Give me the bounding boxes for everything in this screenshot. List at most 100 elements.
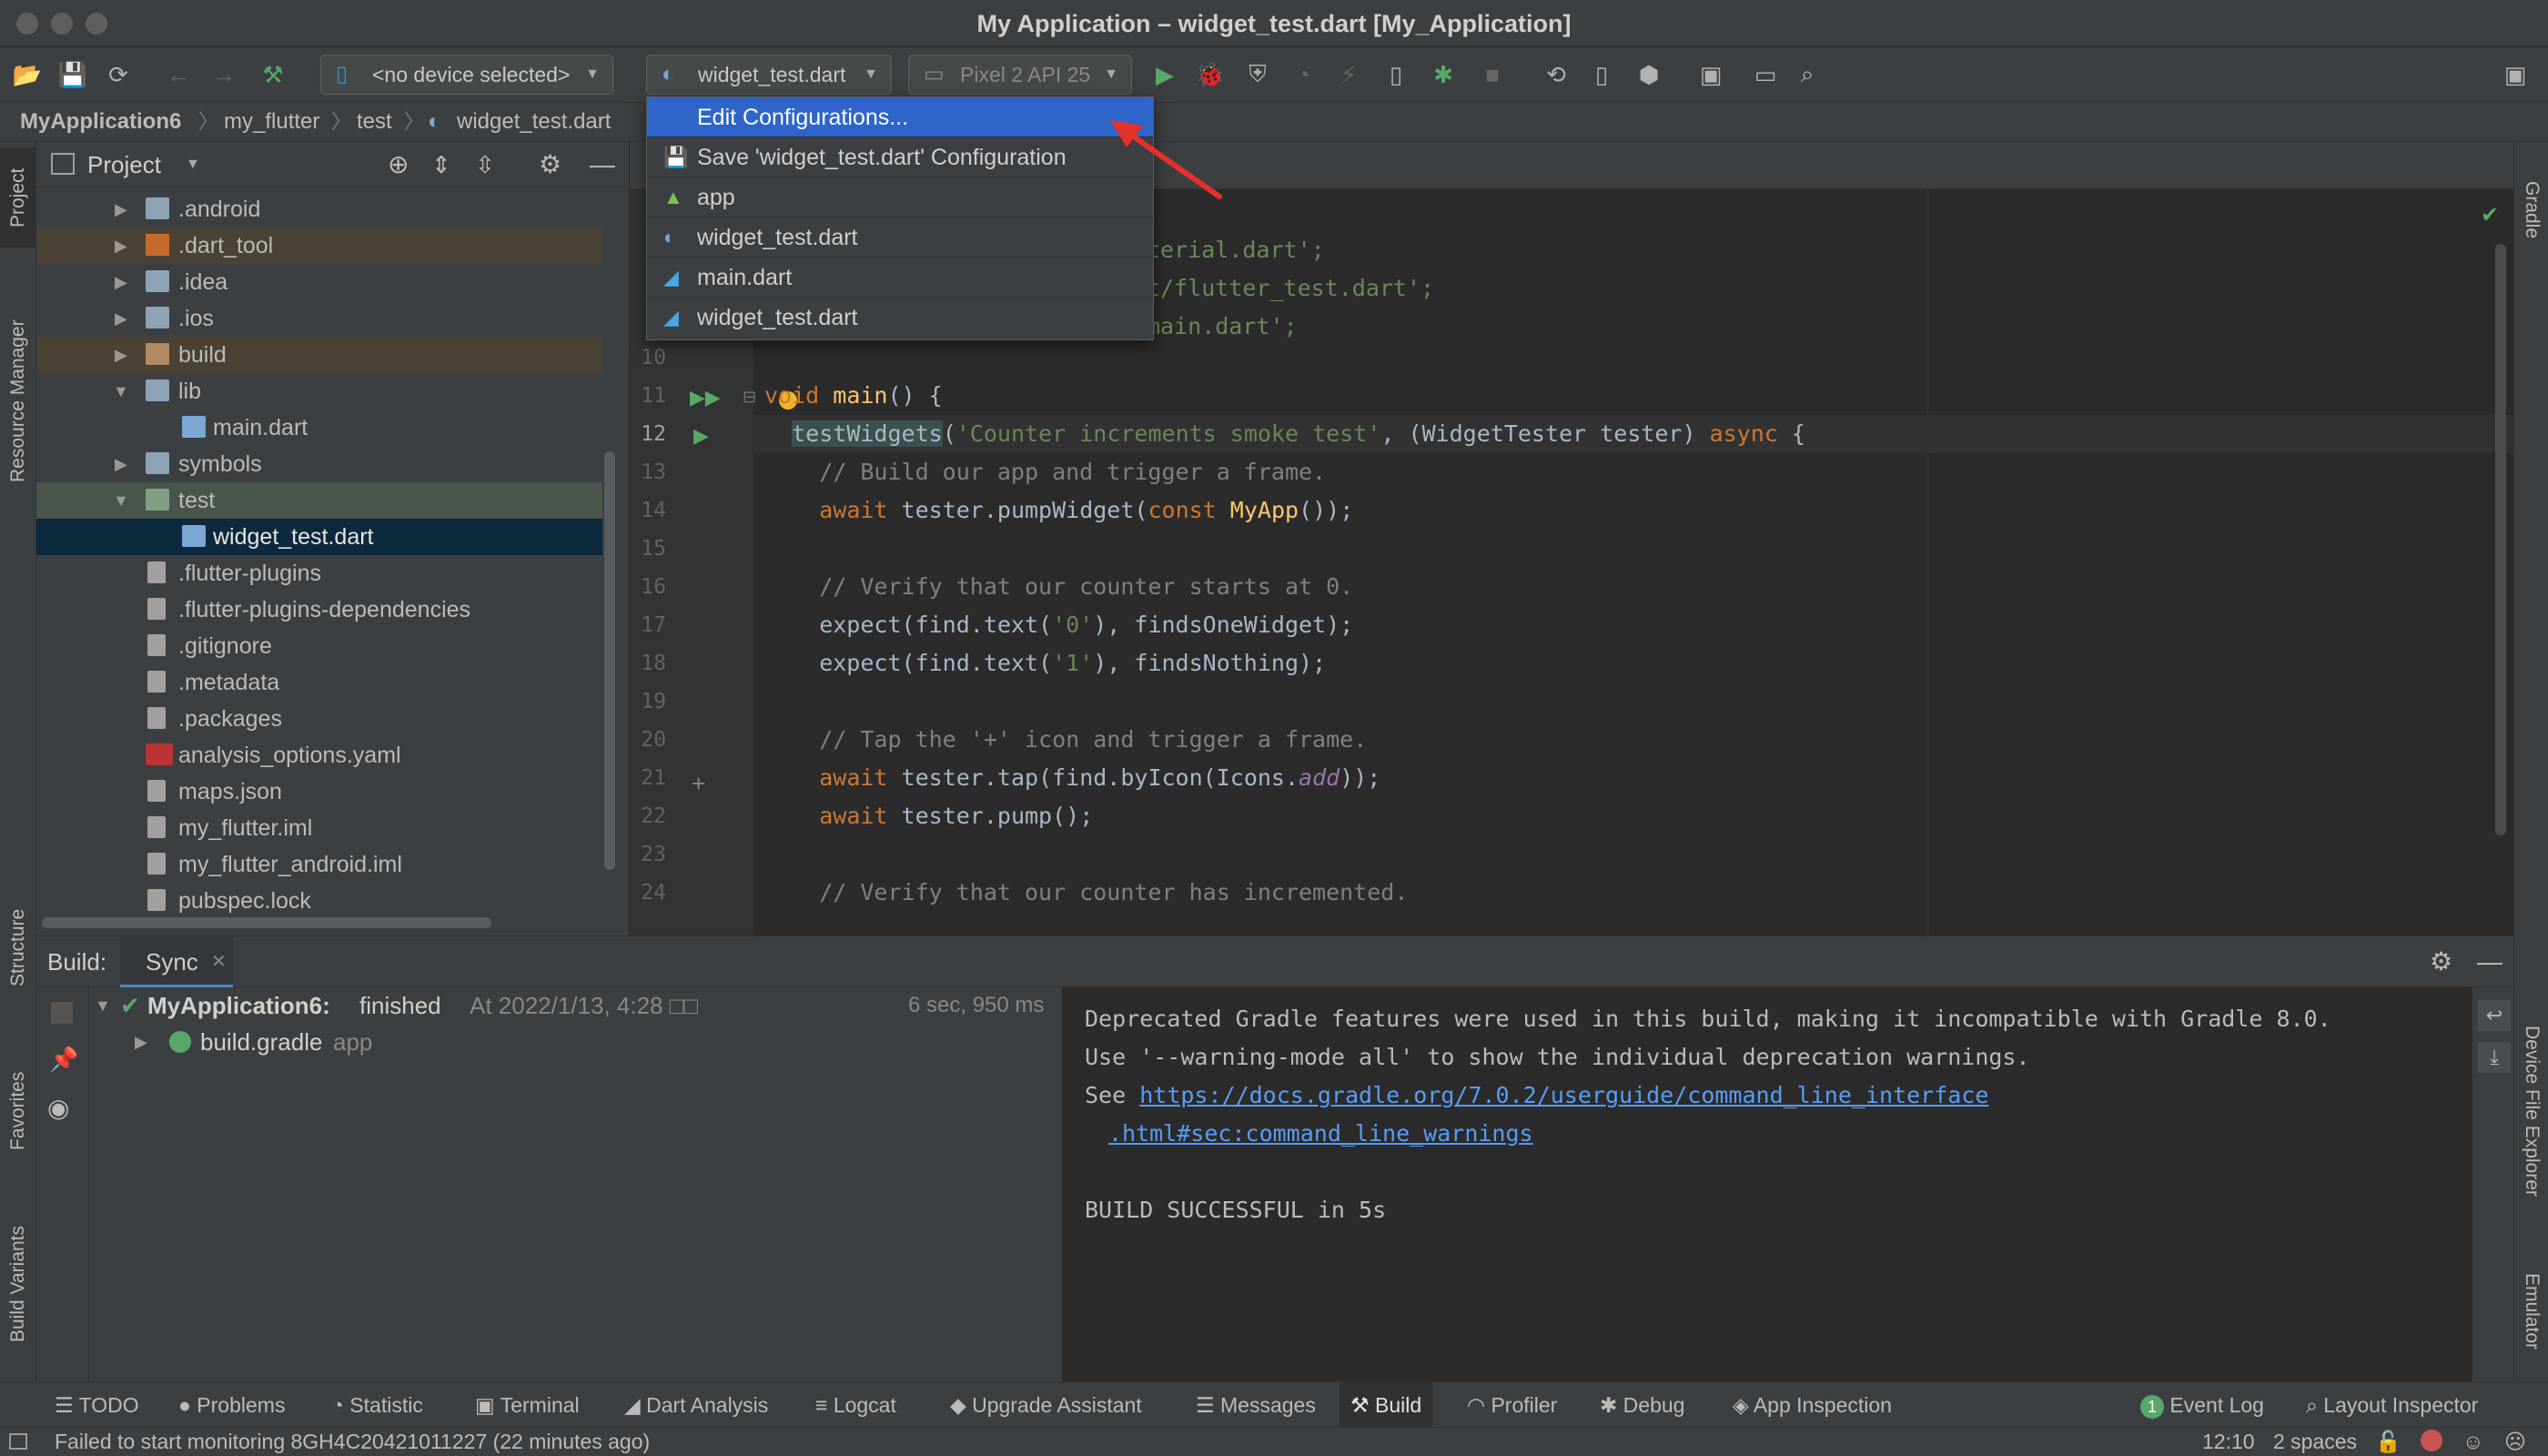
build-child-row[interactable]: ▶ build.gradle app: [89, 1024, 1063, 1060]
profile-icon[interactable]: ◔: [1285, 56, 1321, 93]
project-tool-tab[interactable]: Project: [0, 147, 36, 248]
forward-icon[interactable]: →: [206, 56, 242, 93]
tree-item[interactable]: ▼ lib: [36, 373, 602, 410]
stop-icon[interactable]: ■: [1474, 56, 1511, 93]
resource-manager-tool-tab[interactable]: Resource Manager: [0, 297, 36, 506]
sync-icon[interactable]: ⟳: [100, 56, 136, 93]
breadcrumb-project[interactable]: MyApplication6: [20, 103, 181, 141]
tree-item[interactable]: my_flutter.iml: [36, 810, 602, 846]
tree-item[interactable]: main.dart: [36, 410, 602, 446]
save-configuration-item[interactable]: 💾 Save 'widget_test.dart' Configuration: [647, 137, 1153, 177]
widget-test-config-item[interactable]: ◐ widget_test.dart: [647, 217, 1153, 258]
tree-item[interactable]: ▶ build: [36, 337, 602, 373]
account-icon[interactable]: ▣: [2497, 56, 2533, 93]
soft-wrap-icon[interactable]: ↩: [2478, 1000, 2511, 1031]
debug-tab[interactable]: ✱ Debug: [1600, 1382, 1684, 1428]
tree-item[interactable]: ▶ .idea: [36, 264, 602, 300]
device-selector[interactable]: ▯ <no device selected> ▼: [320, 55, 613, 95]
device-file-explorer-tool-tab[interactable]: Device File Explorer: [2514, 997, 2548, 1225]
apply-changes-icon[interactable]: ⚡: [1330, 56, 1367, 93]
build-console[interactable]: Deprecated Gradle features were used in …: [1063, 987, 2472, 1382]
dart-analysis-tab[interactable]: ◢ Dart Analysis: [624, 1382, 768, 1428]
tree-item[interactable]: .packages: [36, 701, 602, 737]
project-horizontal-scrollbar[interactable]: [42, 917, 491, 928]
tree-item[interactable]: ▼ test: [36, 482, 602, 519]
make-project-hammer-icon[interactable]: ⚒: [255, 56, 291, 93]
collapse-all-icon[interactable]: ⇳: [475, 142, 495, 187]
todo-tab[interactable]: ☰ TODO: [55, 1382, 139, 1428]
sdk-manager-icon[interactable]: ⬢: [1631, 56, 1667, 93]
chevron-down-icon[interactable]: ▼: [95, 987, 111, 1024]
breadcrumb-module[interactable]: my_flutter: [224, 103, 319, 141]
chevron-right-icon[interactable]: ▶: [115, 191, 127, 228]
chevron-right-icon[interactable]: ▶: [135, 1024, 147, 1060]
chevron-right-icon[interactable]: ▶: [115, 228, 127, 264]
messages-tab[interactable]: ☰ Messages: [1196, 1382, 1316, 1428]
indent-setting[interactable]: 2 spaces: [2273, 1428, 2357, 1455]
stop-icon[interactable]: [51, 1002, 73, 1024]
open-folder-icon[interactable]: 📂: [9, 56, 46, 93]
status-message[interactable]: Failed to start monitoring 8GH4C20421011…: [55, 1428, 650, 1455]
add-gutter-icon[interactable]: +: [692, 770, 705, 798]
build-tab[interactable]: ⚒ Build: [1340, 1382, 1433, 1428]
tree-item[interactable]: ▶ .ios: [36, 300, 602, 337]
debug-icon[interactable]: 🐞: [1192, 56, 1228, 93]
eye-icon[interactable]: ◉: [47, 1093, 69, 1123]
tree-item[interactable]: ▶ .android: [36, 191, 602, 228]
terminal-tab[interactable]: ▣ Terminal: [475, 1382, 580, 1428]
run-icon[interactable]: ▶: [1147, 56, 1183, 93]
sync-gradle-icon[interactable]: ⟲: [1538, 56, 1574, 93]
main-dart-config-item[interactable]: ◢ main.dart: [647, 258, 1153, 298]
structure-tool-tab[interactable]: Structure: [0, 879, 36, 1016]
run-test-gutter-icon[interactable]: ▶▶: [690, 386, 721, 410]
back-icon[interactable]: ←: [160, 56, 197, 93]
tree-item[interactable]: analysis_options.yaml: [36, 737, 602, 774]
event-log-tab[interactable]: 1 Event Log: [2140, 1382, 2264, 1428]
avd-manager-icon[interactable]: ▯: [1583, 56, 1620, 93]
statistic-tab[interactable]: ◔ Statistic: [331, 1382, 423, 1428]
tree-item[interactable]: ▶ .dart_tool: [36, 228, 602, 264]
tree-item[interactable]: my_flutter_android.iml: [36, 846, 602, 883]
project-vertical-scrollbar[interactable]: [604, 451, 615, 870]
inspection-ok-icon[interactable]: ✔: [2481, 202, 2499, 228]
save-all-icon[interactable]: 💾: [55, 56, 91, 93]
app-config-item[interactable]: ▲ app: [647, 177, 1153, 217]
fold-icon[interactable]: ⊟: [743, 388, 756, 407]
pin-icon[interactable]: 📌: [49, 1046, 78, 1074]
build-variants-tool-tab[interactable]: Build Variants: [0, 1198, 36, 1370]
upgrade-assistant-tab[interactable]: ◆ Upgrade Assistant: [950, 1382, 1142, 1428]
tree-item[interactable]: .flutter-plugins-dependencies: [36, 592, 602, 628]
logcat-tab[interactable]: ≡ Logcat: [815, 1382, 896, 1428]
tree-item[interactable]: maps.json: [36, 774, 602, 810]
tree-item[interactable]: pubspec.lock: [36, 883, 602, 914]
profiler-tab[interactable]: ◠ Profiler: [1467, 1382, 1557, 1428]
gradle-tool-tab[interactable]: Gradle: [2514, 160, 2548, 260]
build-root-row[interactable]: ▼ ✔ MyApplication6: finished At 2022/1/1…: [89, 987, 1063, 1024]
feedback-sad-icon[interactable]: ☹: [2504, 1428, 2526, 1455]
tree-item[interactable]: ▶ symbols: [36, 446, 602, 482]
chevron-right-icon[interactable]: ▶: [115, 446, 127, 482]
terminal-window-icon[interactable]: ▭: [1747, 56, 1784, 93]
widget-test-flutter-config-item[interactable]: ◢ widget_test.dart: [647, 298, 1153, 338]
chevron-right-icon[interactable]: ▶: [115, 264, 127, 300]
run-test-gutter-icon[interactable]: ▶: [693, 424, 709, 448]
toggle-tool-windows-icon[interactable]: [9, 1433, 27, 1450]
attach-debugger-icon[interactable]: ✱: [1425, 56, 1461, 93]
chevron-down-icon[interactable]: ▼: [113, 482, 129, 519]
problems-tab[interactable]: ● Problems: [178, 1382, 285, 1428]
breadcrumb-folder[interactable]: test: [357, 103, 392, 141]
editor-vertical-scrollbar[interactable]: [2495, 244, 2506, 835]
project-structure-icon[interactable]: ▣: [1693, 56, 1729, 93]
tree-item-selected[interactable]: widget_test.dart: [36, 519, 602, 555]
apply-code-changes-icon[interactable]: ▯: [1378, 56, 1414, 93]
coverage-icon[interactable]: ⛨: [1239, 56, 1276, 93]
lock-icon[interactable]: 🔓: [2375, 1428, 2401, 1455]
gear-icon[interactable]: ⚙: [2430, 936, 2452, 987]
layout-inspector-tab[interactable]: ⌕ Layout Inspector: [2306, 1382, 2478, 1428]
chevron-down-icon[interactable]: ▼: [113, 373, 129, 410]
scroll-to-end-icon[interactable]: ⤓: [2478, 1042, 2511, 1073]
gear-icon[interactable]: ⚙: [539, 142, 561, 187]
hide-panel-icon[interactable]: —: [2477, 936, 2502, 987]
tree-item[interactable]: .gitignore: [36, 628, 602, 664]
error-indicator-icon[interactable]: [2421, 1430, 2442, 1451]
